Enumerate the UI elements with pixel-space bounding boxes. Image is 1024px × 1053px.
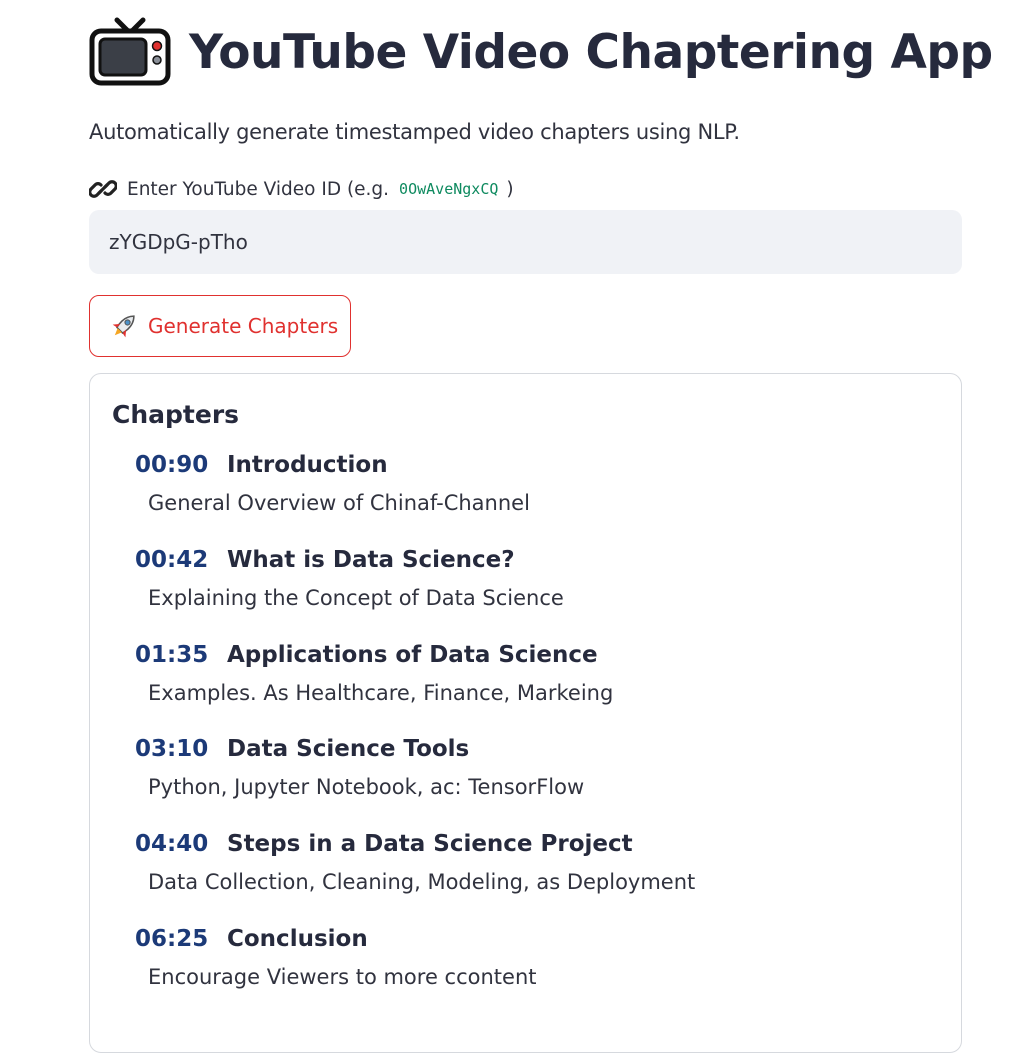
chapters-heading: Chapters	[112, 400, 240, 429]
chapter-title: Conclusion	[227, 926, 368, 952]
chapter-item: 04:40 Steps in a Data Science Project Da…	[135, 831, 695, 894]
chapter-description: Python, Jupyter Notebook, ac: TensorFlow	[148, 775, 585, 799]
chapter-description: Data Collection, Cleaning, Modeling, as …	[148, 870, 696, 894]
video-id-input[interactable]	[89, 210, 962, 274]
chapter-title: What is Data Science?	[227, 547, 515, 573]
chapter-title: Applications of Data Science	[227, 642, 598, 668]
chapter-timestamp: 03:10	[135, 736, 209, 762]
chapter-description: Encourage Viewers to more ccontent	[148, 965, 537, 989]
chapter-description: Explaining the Concept of Data Science	[148, 586, 564, 610]
chapter-item: 06:25 Conclusion Encourage Viewers to mo…	[135, 926, 537, 989]
chapter-timestamp: 06:25	[135, 926, 209, 952]
page-title: YouTube Video Chaptering App	[189, 24, 993, 80]
chapters-panel: Chapters 00:90 Introduction General Over…	[89, 373, 962, 1053]
chapter-title: Data Science Tools	[227, 736, 470, 762]
chapter-item: 03:10 Data Science Tools Python, Jupyter…	[135, 736, 584, 799]
rocket-icon	[112, 315, 135, 338]
link-icon	[89, 180, 117, 198]
chapter-description: Examples. As Healthcare, Finance, Markei…	[148, 681, 614, 705]
chapter-item: 01:35 Applications of Data Science Examp…	[135, 642, 613, 705]
chapter-item: 00:42 What is Data Science? Explaining t…	[135, 547, 564, 610]
chapter-item: 00:90 Introduction General Overview of C…	[135, 452, 530, 515]
tv-icon	[89, 17, 171, 86]
video-id-label-text: Enter YouTube Video ID (e.g.	[127, 178, 390, 200]
chapter-title: Introduction	[227, 452, 388, 478]
chapter-timestamp: 00:90	[135, 452, 209, 478]
chapter-timestamp: 00:42	[135, 547, 209, 573]
video-id-label-close: )	[506, 178, 514, 200]
app-header: YouTube Video Chaptering App	[89, 16, 993, 88]
chapter-timestamp: 04:40	[135, 831, 209, 857]
page-subtitle: Automatically generate timestamped video…	[89, 120, 740, 144]
generate-chapters-label: Generate Chapters	[148, 314, 339, 338]
chapter-title: Steps in a Data Science Project	[227, 831, 633, 857]
chapter-timestamp: 01:35	[135, 642, 209, 668]
chapter-description: General Overview of Chinaf-Channel	[148, 491, 530, 515]
video-id-label: Enter YouTube Video ID (e.g. 0OwAveNgxCQ…	[89, 175, 514, 203]
generate-chapters-button[interactable]: Generate Chapters	[89, 295, 351, 357]
example-video-id: 0OwAveNgxCQ	[399, 180, 499, 198]
